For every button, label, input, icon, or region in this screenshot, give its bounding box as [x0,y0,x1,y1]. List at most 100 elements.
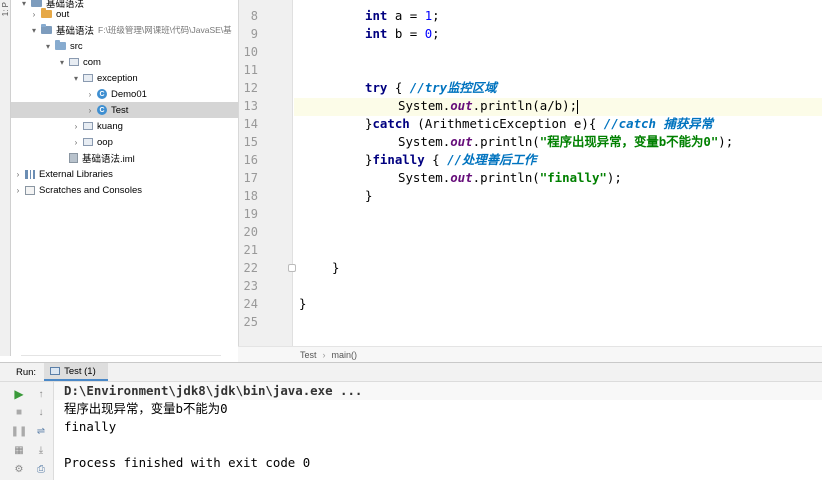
tree-label: exception [97,72,138,84]
breadcrumb[interactable]: Test › main() [238,346,822,362]
string-literal: "程序出现异常，变量b不能为0" [539,134,719,149]
console-tab-icon [50,367,61,375]
line-number: 13 [243,99,258,113]
comment: //try监控区域 [409,80,497,95]
tree-row-external-libraries[interactable]: › External Libraries [11,166,238,182]
chevron-down-icon[interactable]: ▾ [43,38,53,54]
chevron-down-icon[interactable]: ▾ [29,22,39,38]
code-line-22[interactable]: } [332,259,339,277]
fold-marker-icon[interactable] [288,264,296,272]
code-line-18[interactable]: } [365,187,372,205]
module-folder-icon [41,24,52,34]
breadcrumb-method[interactable]: main() [332,350,358,360]
tree-label: Test [111,104,129,116]
package-icon [83,122,93,130]
tree-row-kuang[interactable]: › kuang [11,118,238,134]
tree-label: out [56,8,70,20]
settings-icon[interactable]: ⚙ [12,462,26,476]
line-number: 8 [250,9,258,23]
scratches-icon [25,185,35,195]
run-label: Run: [16,366,37,378]
chevron-right-icon[interactable]: › [29,6,39,22]
line-number: 14 [243,117,258,131]
line-number: 10 [243,45,258,59]
code-line-8[interactable]: int a = 1; [365,7,440,25]
code-text: System. [398,134,451,149]
up-arrow-icon[interactable]: ↑ [34,387,48,401]
code-line-17[interactable]: System.out.println("finally"); [398,169,622,187]
line-number: 16 [243,153,258,167]
code-line-9[interactable]: int b = 0; [365,25,440,43]
code-line-14[interactable]: }catch (ArithmeticException e){ //catch … [365,115,713,133]
code-line-24[interactable]: } [299,295,306,313]
code-text: a = [387,8,425,23]
iml-file-icon [69,153,78,163]
chevron-right-icon[interactable]: › [71,118,81,134]
code-line-12[interactable]: try { //try监控区域 [365,79,497,97]
static-field: out [450,170,473,185]
line-number: 11 [243,63,258,77]
line-number: 9 [250,27,258,41]
run-panel-header: Run: Test (1) [0,362,822,382]
tool-window-strip[interactable]: 1: P [0,0,11,356]
chevron-right-icon[interactable]: › [71,134,81,150]
tree-row-out[interactable]: › out [11,6,238,22]
tree-row-com[interactable]: ▾ com [11,54,238,70]
code-line-13[interactable]: System.out.println(a/b); [398,97,579,115]
chevron-right-icon[interactable]: › [85,102,95,118]
chevron-down-icon[interactable]: ▾ [57,54,67,70]
code-text: ); [718,134,734,149]
chevron-down-icon[interactable]: ▾ [71,70,81,86]
chevron-right-icon[interactable]: › [13,166,23,182]
stop-icon[interactable]: ■ [12,405,26,419]
tree-row-iml[interactable]: 基础语法.iml [11,150,238,166]
down-arrow-icon[interactable]: ↓ [34,405,48,419]
tree-row-oop[interactable]: › oop [11,134,238,150]
tree-row-demo01[interactable]: › C Demo01 [11,86,238,102]
run-tab-test[interactable]: Test (1) [44,363,108,381]
console-line-output: 程序出现异常，变量b不能为0 [64,401,228,416]
console-output[interactable]: D:\Environment\jdk8\jdk\bin\java.exe ...… [54,382,822,480]
line-number: 20 [243,225,258,239]
console-line-exit: Process finished with exit code 0 [64,455,311,470]
class-icon: C [97,89,107,99]
line-number: 22 [243,261,258,275]
code-text: .println(a/b); [472,98,578,113]
code-line-15[interactable]: System.out.println("程序出现异常，变量b不能为0"); [398,133,733,151]
chevron-right-icon[interactable]: › [85,86,95,102]
horizontal-scrollbar[interactable] [21,355,221,356]
tree-label: 基础语法.iml [82,154,135,165]
tree-row-scratches[interactable]: › Scratches and Consoles [11,182,238,198]
console-line-output: finally [64,419,117,434]
rerun-icon[interactable]: ▶ [12,387,26,401]
static-field: out [450,98,473,113]
package-icon [83,74,93,82]
static-field: out [450,134,473,149]
tree-row-test[interactable]: › C Test [11,102,238,118]
code-line-16[interactable]: }finally { //处理善后工作 [365,151,536,169]
line-number: 21 [243,243,258,257]
line-number-gutter[interactable]: 8 9 10 11 12 13 14 15 16 17 18 19 20 21 … [239,0,296,346]
tree-row-module[interactable]: ▾ 基础语法 F:\班级管理\网课班\代码\JavaSE\基 [11,22,238,38]
code-editor[interactable]: 8 9 10 11 12 13 14 15 16 17 18 19 20 21 … [238,0,822,346]
breadcrumb-class[interactable]: Test [300,350,317,360]
code-text: .println( [472,134,540,149]
project-tree[interactable]: ▾ 基础语法 › out ▾ 基础语法 F:\班级管理\网课班\代码\JavaS… [11,0,238,356]
tree-row-src[interactable]: ▾ src [11,38,238,54]
code-text: b = [387,26,425,41]
scroll-to-end-icon[interactable]: ⤓ [34,443,48,457]
pause-icon[interactable]: ❚❚ [11,424,28,438]
print-icon[interactable]: ⎙ [34,462,48,476]
chevron-right-icon[interactable]: › [13,182,23,198]
dump-threads-icon[interactable]: ▦ [12,443,26,457]
soft-wrap-icon[interactable]: ⇌ [34,424,48,438]
code-text: ; [432,8,440,23]
tree-label: Demo01 [111,88,147,100]
tree-label: oop [97,136,113,148]
text-caret [577,99,579,114]
comment: //处理善后工作 [447,152,537,167]
project-tool-label[interactable]: 1: P [1,2,10,16]
package-icon [69,58,79,66]
tree-row-exception[interactable]: ▾ exception [11,70,238,86]
